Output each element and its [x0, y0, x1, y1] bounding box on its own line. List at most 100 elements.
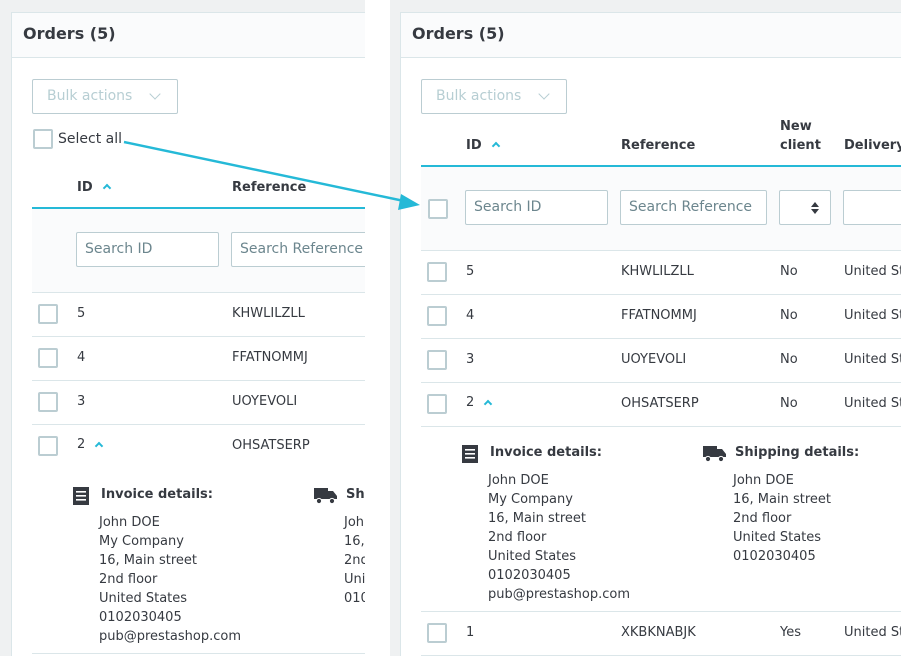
row-checkbox[interactable]	[427, 350, 447, 370]
receipt-icon	[461, 445, 479, 467]
card-header: Orders (5)	[12, 13, 365, 58]
bulk-actions-button[interactable]: Bulk actions	[32, 79, 178, 114]
order-delivery: United Sta	[844, 396, 901, 411]
address-line: 0102030405	[99, 610, 182, 625]
search-reference-input[interactable]: Search Reference	[620, 190, 767, 225]
address-line: 16,	[344, 534, 365, 549]
address-line: My Company	[488, 492, 573, 507]
row-checkbox[interactable]	[427, 306, 447, 326]
row-checkbox[interactable]	[38, 436, 58, 456]
column-header-id[interactable]: ID	[77, 180, 93, 195]
order-new-client: No	[780, 264, 798, 279]
order-id: 1	[466, 625, 475, 640]
address-line: John	[344, 515, 365, 530]
bulk-actions-label: Bulk actions	[47, 88, 133, 104]
column-header-new-client-line2[interactable]: client	[780, 138, 821, 153]
order-id: 3	[466, 352, 475, 367]
address-line: 16, Main street	[488, 511, 586, 526]
chevron-up-icon[interactable]	[102, 183, 112, 193]
order-reference: FFATNOMMJ	[232, 350, 308, 365]
select-all-checkbox[interactable]	[33, 129, 53, 149]
address-line: 2nd floor	[488, 530, 547, 545]
row-checkbox[interactable]	[427, 623, 447, 643]
order-delivery: United Sta	[844, 264, 901, 279]
invoice-address: John DOE My Company 16, Main street 2nd …	[488, 471, 630, 604]
address-line: 2nd floor	[99, 572, 158, 587]
order-delivery: United Sta	[844, 625, 901, 640]
search-id-placeholder: Search ID	[474, 199, 542, 215]
address-line: pub@prestashop.com	[99, 629, 242, 644]
invoice-details-title: Invoice details:	[490, 445, 602, 460]
order-new-client: Yes	[780, 625, 801, 640]
orders-card: Orders (5) Bulk actions Select all ID Re…	[11, 12, 365, 656]
order-reference: KHWLILZLL	[621, 264, 694, 279]
select-arrows-icon	[811, 202, 819, 214]
row-divider	[32, 336, 365, 337]
address-line: John DOE	[488, 473, 549, 488]
column-header-new-client-line1[interactable]: New	[780, 119, 812, 134]
address-line: Unit	[344, 572, 365, 587]
new-client-select[interactable]	[779, 190, 831, 225]
row-divider	[32, 380, 365, 381]
search-id-input[interactable]: Search ID	[76, 232, 219, 267]
order-reference: OHSATSERP	[232, 438, 310, 453]
truck-icon	[703, 446, 726, 466]
search-reference-placeholder: Search Reference	[240, 241, 364, 257]
address-line: 2nd floor	[733, 511, 792, 526]
row-divider	[32, 292, 365, 293]
row-divider	[421, 382, 901, 383]
order-id: 2	[466, 395, 475, 410]
address-line: 0102030405	[488, 568, 571, 583]
select-all-checkbox[interactable]	[428, 199, 448, 219]
search-id-input[interactable]: Search ID	[465, 190, 608, 225]
order-id: 4	[466, 308, 475, 323]
shipping-address: John DOE 16, Main street 2nd floor Unite…	[733, 471, 831, 566]
address-line: John DOE	[99, 515, 160, 530]
bulk-actions-label: Bulk actions	[436, 88, 522, 104]
shipping-details-title: Shi	[346, 487, 365, 502]
address-line: 16, Main street	[733, 492, 831, 507]
address-line: pub@prestashop.com	[488, 587, 631, 602]
receipt-icon	[72, 487, 90, 509]
bulk-actions-button[interactable]: Bulk actions	[421, 79, 567, 114]
collapse-chevron-icon[interactable]	[483, 399, 493, 409]
column-header-reference[interactable]: Reference	[621, 138, 695, 153]
order-reference: OHSATSERP	[621, 396, 699, 411]
order-new-client: No	[780, 308, 798, 323]
invoice-address: John DOE My Company 16, Main street 2nd …	[99, 513, 241, 646]
page-title: Orders (5)	[23, 24, 116, 43]
order-id: 4	[77, 350, 86, 365]
order-reference: FFATNOMMJ	[621, 308, 697, 323]
card-header: Orders (5)	[401, 13, 901, 58]
truck-icon	[314, 488, 337, 508]
order-reference: XKBKNABJK	[621, 625, 696, 640]
row-divider	[421, 250, 901, 251]
address-line: 0102030405	[733, 549, 816, 564]
orders-panel-before: Orders (5) Bulk actions Select all ID Re…	[0, 0, 365, 656]
row-divider	[32, 424, 365, 425]
order-id: 2	[77, 437, 86, 452]
chevron-up-icon[interactable]	[491, 141, 501, 151]
column-header-delivery[interactable]: Delivery	[844, 138, 901, 153]
order-reference: KHWLILZLL	[232, 306, 305, 321]
order-delivery: United Sta	[844, 352, 901, 367]
row-divider	[421, 294, 901, 295]
chevron-down-icon	[149, 88, 161, 100]
order-new-client: No	[780, 396, 798, 411]
row-checkbox[interactable]	[38, 304, 58, 324]
row-divider	[421, 426, 901, 427]
row-checkbox[interactable]	[38, 392, 58, 412]
delivery-filter-input[interactable]	[843, 190, 901, 225]
row-checkbox[interactable]	[38, 348, 58, 368]
column-header-id[interactable]: ID	[466, 138, 482, 153]
row-divider	[421, 611, 901, 612]
column-header-reference[interactable]: Reference	[232, 180, 306, 195]
order-reference: UOYEVOLI	[621, 352, 687, 367]
collapse-chevron-icon[interactable]	[94, 441, 104, 451]
order-new-client: No	[780, 352, 798, 367]
search-reference-input[interactable]: Search Reference	[231, 232, 365, 267]
address-line: My Company	[99, 534, 184, 549]
row-checkbox[interactable]	[427, 262, 447, 282]
row-checkbox[interactable]	[427, 394, 447, 414]
select-all-label[interactable]: Select all	[58, 131, 122, 147]
